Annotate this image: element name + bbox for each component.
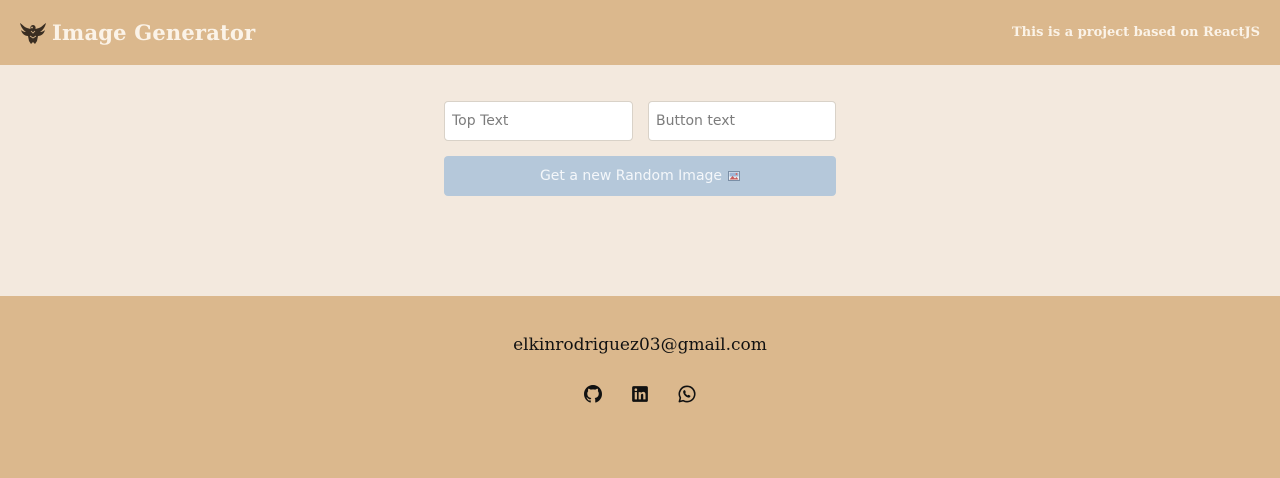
github-icon[interactable] bbox=[584, 385, 602, 403]
brand: Image Generator bbox=[19, 19, 255, 47]
text-inputs bbox=[444, 101, 836, 141]
new-image-button[interactable]: Get a new Random Image bbox=[444, 156, 836, 196]
site-footer: elkinrodriguez03@gmail.com bbox=[0, 296, 1280, 478]
main-content: Get a new Random Image bbox=[0, 65, 1280, 296]
top-text-input[interactable] bbox=[444, 101, 633, 141]
header-note: This is a project based on ReactJS bbox=[1012, 25, 1260, 40]
whatsapp-icon[interactable] bbox=[678, 385, 696, 403]
bottom-text-input[interactable] bbox=[648, 101, 836, 141]
contact-email: elkinrodriguez03@gmail.com bbox=[513, 335, 767, 355]
eagle-icon bbox=[20, 22, 46, 44]
social-links bbox=[0, 385, 1280, 403]
linkedin-icon[interactable] bbox=[631, 385, 649, 403]
app-title: Image Generator bbox=[52, 20, 256, 45]
site-header: Image Generator This is a project based … bbox=[0, 0, 1280, 65]
new-image-button-label: Get a new Random Image bbox=[539, 168, 723, 184]
generator-form: Get a new Random Image bbox=[444, 101, 836, 296]
picture-icon bbox=[728, 171, 741, 181]
